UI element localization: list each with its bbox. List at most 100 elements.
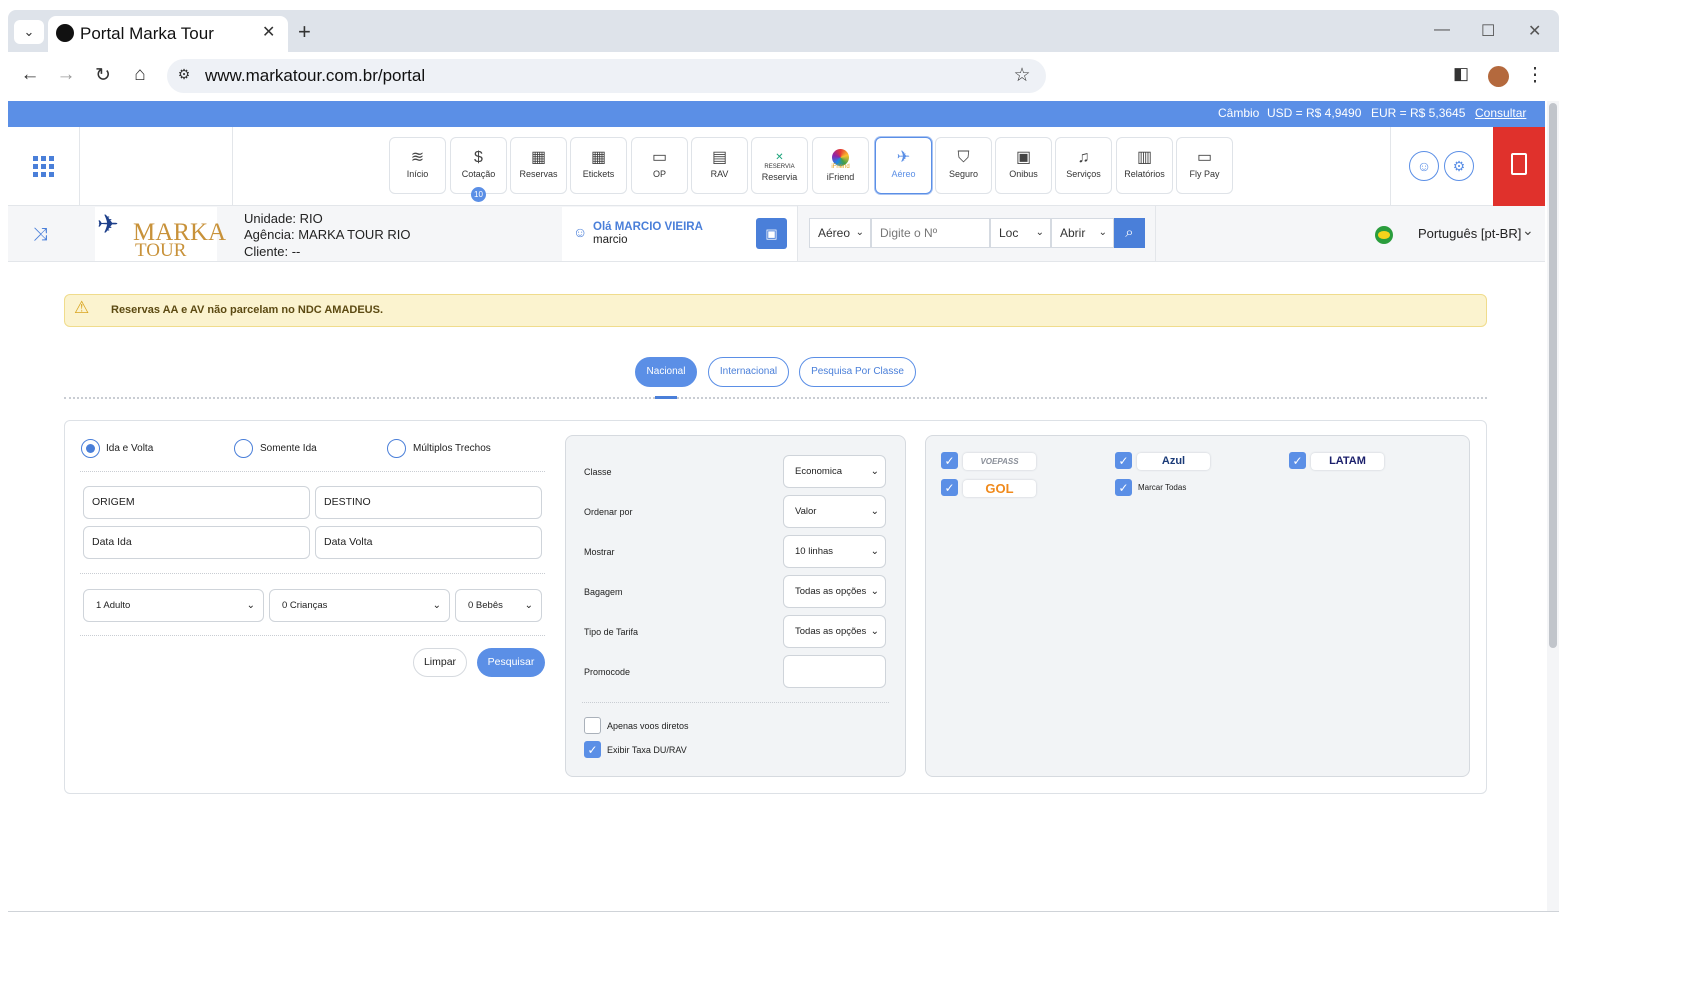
chevron-down-icon: ⌄ xyxy=(432,600,441,611)
radio-somente-ida[interactable] xyxy=(234,439,253,458)
browser-menu-icon[interactable]: ⋮ xyxy=(1522,64,1548,87)
id-badge-button[interactable]: ▣ xyxy=(756,218,787,249)
nav-relatorios[interactable]: ▥ Relatórios xyxy=(1116,137,1173,194)
chevron-down-icon: ⌄ xyxy=(868,536,879,567)
select-all-checkbox[interactable]: ✓ xyxy=(1115,479,1132,496)
scrollbar-thumb[interactable] xyxy=(1549,103,1557,648)
maximize-icon[interactable]: ☐ xyxy=(1481,21,1495,41)
tarifa-select[interactable]: Todas as opções ⌄ xyxy=(783,615,886,648)
classe-label: Classe xyxy=(584,467,612,477)
clear-button[interactable]: Limpar xyxy=(413,648,467,677)
radio-ida-volta[interactable] xyxy=(81,439,100,458)
consultar-link[interactable]: Consultar xyxy=(1475,106,1526,120)
nav-seguro[interactable]: ⛉ Seguro xyxy=(935,137,992,194)
user-icon: ☺ xyxy=(573,224,588,240)
nav-reservas[interactable]: ▦ Reservas xyxy=(510,137,567,194)
nav-label: Aéreo xyxy=(891,169,916,179)
tab-internacional[interactable]: Internacional xyxy=(708,357,789,387)
mostrar-select[interactable]: 10 linhas ⌄ xyxy=(783,535,886,568)
reload-icon[interactable]: ↻ xyxy=(90,64,116,87)
logout-button[interactable] xyxy=(1493,127,1545,206)
select-all-label: Marcar Todas xyxy=(1138,483,1187,492)
ordenar-select[interactable]: Valor ⌄ xyxy=(783,495,886,528)
nav-cotacao[interactable]: $ Cotação xyxy=(450,137,507,194)
tab-nacional[interactable]: Nacional xyxy=(635,357,697,387)
classe-value: Economica xyxy=(795,466,842,477)
cliente-value: -- xyxy=(291,244,301,259)
product-type-select[interactable]: Aéreo ⌄ xyxy=(809,218,871,248)
site-info-icon[interactable]: ⚙ xyxy=(171,66,197,83)
profile-avatar[interactable] xyxy=(1488,66,1509,87)
settings-gear-icon[interactable]: ⚙ xyxy=(1444,151,1474,181)
nav-label: Fly Pay xyxy=(1189,169,1220,179)
tab-search-chevron-icon[interactable]: ⌄ xyxy=(14,20,44,44)
scrollbar[interactable] xyxy=(1547,101,1559,911)
window-close-icon[interactable]: ✕ xyxy=(1528,21,1541,41)
nav-onibus[interactable]: ▣ Onibus xyxy=(995,137,1052,194)
eur-rate: EUR = R$ 5,3645 xyxy=(1371,106,1466,120)
report-icon: ▥ xyxy=(1136,149,1153,166)
latam-checkbox[interactable]: ✓ xyxy=(1289,452,1306,469)
show-fee-checkbox[interactable]: ✓ xyxy=(584,741,601,758)
action-value: Abrir xyxy=(1060,226,1086,240)
chevron-down-icon: ⌄ xyxy=(855,227,864,238)
home-icon[interactable]: ⌂ xyxy=(127,64,153,86)
voepass-checkbox[interactable]: ✓ xyxy=(941,452,958,469)
back-icon[interactable]: ← xyxy=(17,64,43,86)
loc-select[interactable]: Loc ⌄ xyxy=(990,218,1051,248)
adults-select[interactable]: 1 Adulto ⌄ xyxy=(83,589,264,622)
radio-multiplos-trechos[interactable] xyxy=(387,439,406,458)
locator-input[interactable]: Digite o Nº xyxy=(871,218,990,248)
reservia-logo-text: RESERVIA xyxy=(764,164,795,170)
nav-rav[interactable]: ▤ RAV xyxy=(691,137,748,194)
close-tab-icon[interactable]: ✕ xyxy=(262,22,275,42)
children-select[interactable]: 0 Crianças ⌄ xyxy=(269,589,450,622)
user-profile-icon[interactable]: ☺ xyxy=(1409,151,1439,181)
nav-label: Relatórios xyxy=(1124,169,1165,179)
destination-input[interactable]: DESTINO xyxy=(315,486,542,519)
search-button[interactable]: Pesquisar xyxy=(477,648,545,677)
babies-select[interactable]: 0 Bebês ⌄ xyxy=(455,589,542,622)
agencia-row: Agência: MARKA TOUR RIO xyxy=(244,227,410,242)
classe-select[interactable]: Economica ⌄ xyxy=(783,455,886,488)
side-panel-icon[interactable]: ◧ xyxy=(1448,64,1474,84)
azul-checkbox[interactable]: ✓ xyxy=(1115,452,1132,469)
direct-flights-checkbox[interactable] xyxy=(584,717,601,734)
show-fee-label: Exibir Taxa DU/RAV xyxy=(607,745,687,755)
logo-plane-icon: ✈ xyxy=(97,209,119,239)
nav-label: Seguro xyxy=(948,169,979,179)
new-tab-icon[interactable]: + xyxy=(298,19,311,45)
action-select[interactable]: Abrir ⌄ xyxy=(1051,218,1114,248)
tarifa-value: Todas as opções xyxy=(795,626,867,637)
ordenar-label: Ordenar por xyxy=(584,507,633,517)
bagagem-select[interactable]: Todas as opções ⌄ xyxy=(783,575,886,608)
nav-etickets[interactable]: ▦ Etickets xyxy=(570,137,627,194)
tab-pesquisa-classe[interactable]: Pesquisa Por Classe xyxy=(799,357,916,387)
active-tab-indicator xyxy=(655,396,677,399)
chevron-down-icon[interactable]: ⌄ xyxy=(1522,222,1534,239)
date-out-input[interactable]: Data Ida xyxy=(83,526,310,559)
cliente-label: Cliente: xyxy=(244,244,289,259)
language-select[interactable]: Português [pt-BR] xyxy=(1418,226,1521,241)
nav-ifriend[interactable]: iFriend iFriend xyxy=(812,137,869,194)
chevron-down-icon: ⌄ xyxy=(1098,227,1107,238)
date-back-input[interactable]: Data Volta xyxy=(315,526,542,559)
nav-servicos[interactable]: ♫ Serviços xyxy=(1055,137,1112,194)
gol-checkbox[interactable]: ✓ xyxy=(941,479,958,496)
usd-rate: USD = R$ 4,9490 xyxy=(1267,106,1362,120)
nav-aereo[interactable]: ✈ Aéreo xyxy=(875,137,932,194)
shield-icon: ⛉ xyxy=(957,149,970,166)
promocode-input[interactable] xyxy=(783,655,886,688)
origin-input[interactable]: ORIGEM xyxy=(83,486,310,519)
divider xyxy=(1155,206,1156,262)
forward-icon[interactable]: → xyxy=(53,64,79,86)
shuffle-icon[interactable]: ⤨ xyxy=(33,224,47,245)
nav-inicio[interactable]: ≋ Início xyxy=(389,137,446,194)
minimize-icon[interactable]: — xyxy=(1434,21,1450,39)
apps-grid-icon[interactable] xyxy=(33,156,54,177)
quick-search-button[interactable]: ⌕ xyxy=(1114,218,1145,248)
nav-reservia[interactable]: ✕ RESERVIA Reservia xyxy=(751,137,808,194)
nav-op[interactable]: ▭ OP xyxy=(631,137,688,194)
nav-fly-pay[interactable]: ▭ Fly Pay xyxy=(1176,137,1233,194)
bookmark-star-icon[interactable]: ☆ xyxy=(1009,64,1035,87)
